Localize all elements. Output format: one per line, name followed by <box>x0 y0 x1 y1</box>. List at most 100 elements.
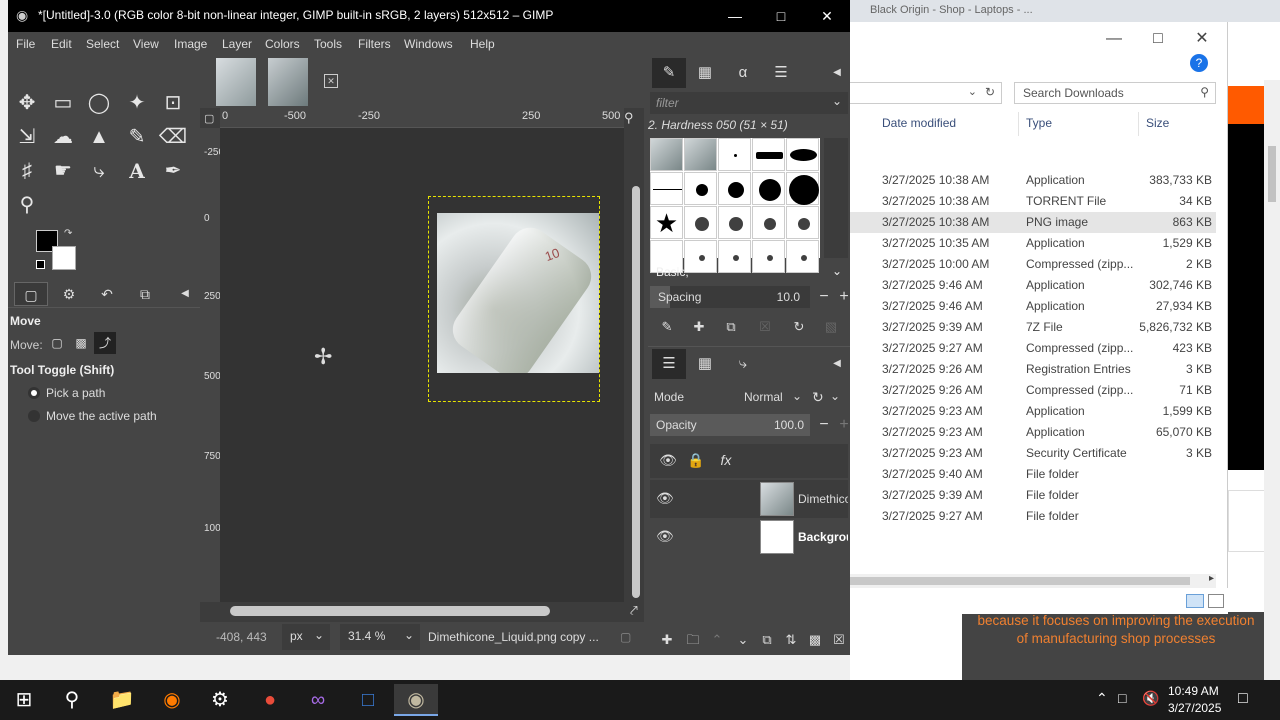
layer-row[interactable]: 👁 Background <box>650 518 848 556</box>
lower-layer-icon[interactable]: ⌄ <box>732 630 754 650</box>
chevron-down-icon[interactable]: ⌄ <box>830 389 840 403</box>
brushes-tab[interactable]: ✎ <box>652 58 686 88</box>
details-view-icon[interactable] <box>1186 594 1204 608</box>
clock-time[interactable]: 10:49 AM <box>1168 684 1219 698</box>
vertical-scrollbar[interactable] <box>632 186 640 606</box>
menu-help[interactable]: Help <box>470 37 495 51</box>
brush-cell[interactable] <box>684 206 717 239</box>
background-color-swatch[interactable] <box>52 246 76 270</box>
brush-filter-input[interactable]: filter ⌄ <box>650 92 848 114</box>
browser-icon[interactable]: ● <box>248 684 292 716</box>
swap-colors-icon[interactable]: ↷ <box>64 228 72 239</box>
fonts-tab[interactable]: α <box>726 58 760 88</box>
device-status-tab[interactable]: ⚙ <box>52 282 86 306</box>
image-tab-thumbnail[interactable] <box>216 58 256 106</box>
brush-cell[interactable]: ★ <box>650 206 683 239</box>
search-icon[interactable]: ⚲ <box>50 684 94 716</box>
brush-cell[interactable] <box>684 172 717 205</box>
file-row[interactable]: 3/27/2025 9:46 AM Application 302,746 KB <box>850 275 1216 296</box>
menu-filters[interactable]: Filters <box>358 37 391 51</box>
reset-colors-icon[interactable] <box>36 260 45 269</box>
browser-tab-strip[interactable]: Black Origin - Shop - Laptops - ... <box>850 0 1280 22</box>
new-brush-icon[interactable]: ✚ <box>684 316 714 338</box>
image-tab-thumbnail-active[interactable] <box>268 58 308 106</box>
brush-cell[interactable] <box>786 206 819 239</box>
minimize-button[interactable]: — <box>712 4 758 28</box>
menu-edit[interactable]: Edit <box>51 37 72 51</box>
file-row[interactable]: 3/27/2025 9:23 AM Application 1,599 KB <box>850 401 1216 422</box>
notifications-icon[interactable]: □ <box>1238 690 1248 708</box>
refresh-brushes-icon[interactable]: ↻ <box>784 316 814 338</box>
rect-select-tool-icon[interactable]: ▭ <box>46 86 80 120</box>
increment-button[interactable]: + <box>834 415 854 435</box>
file-row[interactable]: 3/27/2025 9:46 AM Application 27,934 KB <box>850 296 1216 317</box>
undo-history-tab[interactable]: ↶ <box>90 282 124 306</box>
layer-row[interactable]: 👁 Dimethicone_Liquid.png copy <box>650 480 848 518</box>
file-list-hscrollbar[interactable]: ▸ <box>850 573 1216 588</box>
file-row[interactable]: 3/27/2025 10:38 AM TORRENT File 34 KB <box>850 191 1216 212</box>
delete-brush-icon[interactable]: ☒ <box>750 316 780 338</box>
browser-scrollbar[interactable] <box>1264 80 1280 680</box>
tool-options-tab[interactable]: ▢ <box>14 282 48 306</box>
dock-menu-icon[interactable]: ◀ <box>168 282 202 306</box>
column-size[interactable]: Size <box>1146 116 1169 130</box>
brush-cell[interactable] <box>718 138 751 171</box>
paths-tool-icon[interactable]: ⤷ <box>82 154 116 188</box>
raise-layer-icon[interactable]: ⌃ <box>706 630 728 650</box>
horizontal-ruler[interactable]: -500 -250 0 250 500 <box>220 108 624 128</box>
move-selection-icon[interactable]: ▩ <box>70 332 92 354</box>
file-row[interactable]: 3/27/2025 10:38 AM Application 383,733 KB <box>850 170 1216 191</box>
move-active-path-radio[interactable] <box>28 410 40 422</box>
crop-tool-icon[interactable]: ⊡ <box>156 86 190 120</box>
channels-tab[interactable]: ▦ <box>688 349 722 379</box>
move-path-icon[interactable]: ⤴ <box>94 332 116 354</box>
zoom-tool-icon[interactable]: ⚲ <box>10 188 44 222</box>
brush-cell[interactable] <box>786 138 819 171</box>
file-row[interactable]: 3/27/2025 9:27 AM File folder <box>850 506 1216 527</box>
brush-cell[interactable] <box>684 138 717 171</box>
cancel-icon[interactable]: ▢ <box>620 630 631 644</box>
navigate-icon[interactable]: ⤤ <box>630 602 638 619</box>
images-tab[interactable]: ⧉ <box>128 282 162 306</box>
file-explorer-icon[interactable]: 📁 <box>100 684 144 716</box>
opacity-slider[interactable]: Opacity 100.0 <box>650 414 810 436</box>
decrement-button[interactable]: − <box>814 287 834 307</box>
file-row[interactable]: 3/27/2025 9:39 AM 7Z File 5,826,732 KB <box>850 317 1216 338</box>
hscrollbar-thumb[interactable] <box>230 606 550 616</box>
close-tab-icon[interactable]: ✕ <box>324 74 338 88</box>
move-tool-icon[interactable]: ✥ <box>10 86 44 120</box>
menu-select[interactable]: Select <box>86 37 119 51</box>
menu-file[interactable]: File <box>16 37 35 51</box>
menu-tools[interactable]: Tools <box>314 37 342 51</box>
address-dropdown-icon[interactable]: ⌄ <box>968 85 977 98</box>
brush-cell[interactable] <box>650 138 683 171</box>
brush-cell[interactable] <box>752 172 785 205</box>
scroll-right-icon[interactable]: ▸ <box>1209 573 1214 584</box>
file-row[interactable]: 3/27/2025 10:35 AM Application 1,529 KB <box>850 233 1216 254</box>
column-separator[interactable] <box>1138 112 1139 136</box>
text-tool-icon[interactable]: A <box>120 154 154 188</box>
brush-scrollbar[interactable] <box>824 138 848 258</box>
menu-windows[interactable]: Windows <box>404 37 453 51</box>
help-icon[interactable]: ? <box>1190 54 1208 72</box>
file-row[interactable]: 3/27/2025 9:26 AM Registration Entries 3 K… <box>850 359 1216 380</box>
unit-select[interactable]: px ⌄ <box>282 624 330 650</box>
file-row[interactable]: 3/27/2025 9:23 AM Application 65,070 KB <box>850 422 1216 443</box>
lasso-tool-icon[interactable]: ◯ <box>82 86 116 120</box>
column-date-modified[interactable]: Date modified <box>882 116 956 130</box>
file-row[interactable]: 3/27/2025 9:27 AM Compressed (zipp... 423 … <box>850 338 1216 359</box>
brush-tag-select[interactable]: Basic, ⌄ <box>650 260 848 284</box>
hscrollbar-thumb[interactable] <box>850 577 1190 585</box>
bucket-fill-tool-icon[interactable]: ▲ <box>82 120 116 154</box>
visual-studio-icon[interactable]: ∞ <box>296 684 340 716</box>
clock-date[interactable]: 3/27/2025 <box>1168 701 1221 715</box>
large-icons-view-icon[interactable] <box>1208 594 1224 608</box>
eye-icon[interactable]: 👁 <box>656 528 674 545</box>
quickmask-icon[interactable]: ▢ <box>204 112 214 125</box>
address-bar[interactable]: ⌄ ↻ <box>850 82 1002 104</box>
brush-cell[interactable] <box>718 172 751 205</box>
patterns-tab[interactable]: ▦ <box>688 58 722 88</box>
color-picker-tool-icon[interactable]: ✒ <box>156 154 190 188</box>
gimp-titlebar[interactable]: ◉ *[Untitled]-3.0 (RGB color 8-bit non-l… <box>8 0 850 32</box>
minimize-button[interactable]: — <box>1092 26 1136 52</box>
